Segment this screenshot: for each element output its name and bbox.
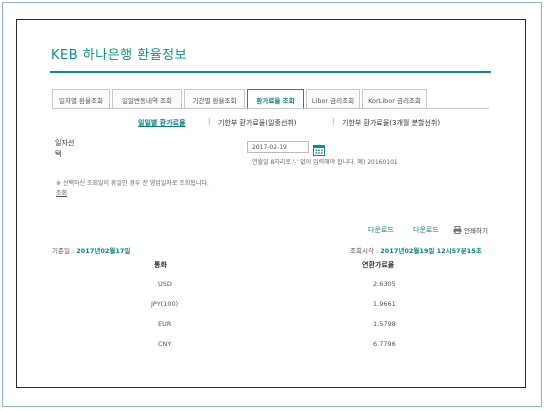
tab-period-rate[interactable]: 기간별 환율조회 xyxy=(184,89,245,109)
tab-exchange-commission[interactable]: 환가료율 조회 xyxy=(247,89,304,110)
table-row-rate: 6.7796 xyxy=(373,340,396,348)
tab-daily-changes[interactable]: 일일변동내역 조회 xyxy=(112,89,182,109)
base-date-value: 2017년02월17일 xyxy=(76,247,131,255)
table-row-rate: 1.5798 xyxy=(373,320,396,328)
print-button[interactable]: 인쇄하기 xyxy=(453,225,488,235)
date-input-hint: 연월일 8자리로 '-' 없이 입력해야 합니다. 예) 20160101 xyxy=(252,159,398,166)
printer-icon xyxy=(453,226,462,234)
subnav-term-commission-upfront[interactable]: 기한부 환가료율(일중선취) xyxy=(218,118,297,128)
date-input[interactable]: 2017-02-19 xyxy=(247,141,309,153)
query-time-info: 조회시각 : 2017년02월19일 12시57분15초 xyxy=(350,245,482,255)
base-date-info: 기준일 : 2017년02월17일 xyxy=(52,245,130,255)
download-button-2[interactable]: 다운로드 xyxy=(413,225,439,235)
holiday-notice: ※ 선택하신 조회일이 휴일인 경우 전 영업일자로 조회됩니다. xyxy=(56,180,209,187)
page-title: KEB 하나은행 환율정보 xyxy=(51,48,188,63)
subnav-separator: | xyxy=(208,117,211,125)
query-link[interactable]: 조회 xyxy=(56,188,67,197)
base-date-label: 기준일 : xyxy=(52,247,77,255)
date-select-label: 일자선택 xyxy=(55,139,75,158)
download-button[interactable]: 다운로드 xyxy=(368,225,394,235)
title-divider xyxy=(50,71,491,73)
table-header-rate: 연환가료율 xyxy=(362,261,395,269)
table-header-currency: 통화 xyxy=(154,261,167,269)
tab-daily-rate[interactable]: 일자별 환율조회 xyxy=(52,89,110,109)
browser-viewport: KEB 하나은행 환율정보 일자별 환율조회 일일변동내역 조회 기간별 환율조… xyxy=(16,19,526,388)
tab-divider xyxy=(52,108,489,109)
table-row-rate: 2.6305 xyxy=(373,280,396,288)
table-row-currency: JPY(100) xyxy=(151,300,179,308)
print-label: 인쇄하기 xyxy=(464,227,488,235)
subnav-daily-commission[interactable]: 일일별 환가료율 xyxy=(138,118,186,128)
tab-bar: 일자별 환율조회 일일변동내역 조회 기간별 환율조회 환가료율 조회 Libo… xyxy=(52,89,429,110)
subnav-term-commission-3month[interactable]: 기한부 환가료율(3개월 분할선취) xyxy=(342,118,440,128)
tab-libor[interactable]: Libor 금리조회 xyxy=(306,89,360,109)
query-time-value: 2017년02월19일 12시57분15초 xyxy=(380,247,482,255)
table-row-currency: CNY xyxy=(158,340,172,348)
query-time-label: 조회시각 : xyxy=(350,247,381,255)
table-row-rate: 1.9661 xyxy=(373,300,396,308)
table-row-currency: EUR xyxy=(158,320,172,328)
exchange-page: KEB 하나은행 환율정보 일자별 환율조회 일일변동내역 조회 기간별 환율조… xyxy=(28,20,502,380)
subnav-separator: | xyxy=(332,117,335,125)
table-row-currency: USD xyxy=(158,280,172,288)
calendar-icon[interactable] xyxy=(313,141,325,156)
tab-korlibor[interactable]: KorLibor 금리조회 xyxy=(362,89,427,109)
